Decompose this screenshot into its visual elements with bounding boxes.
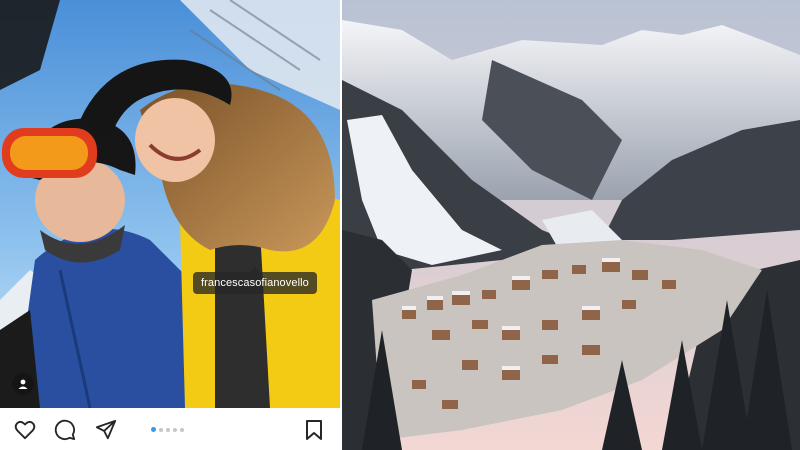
carousel-dot	[159, 427, 163, 432]
selfie-image	[0, 0, 340, 408]
carousel-indicator	[151, 427, 184, 432]
tagged-people-icon[interactable]	[12, 373, 34, 395]
bookmark-icon[interactable]	[302, 418, 326, 442]
carousel-dot	[180, 427, 184, 432]
carousel-dot	[166, 427, 170, 432]
carousel-dot	[173, 427, 177, 432]
comment-icon[interactable]	[53, 418, 77, 442]
village-photo	[342, 0, 800, 450]
user-tag[interactable]: francescasofianovello	[193, 267, 317, 294]
send-icon[interactable]	[94, 418, 118, 442]
snowy-valley-image	[342, 0, 800, 450]
post-photo[interactable]: francescasofianovello	[0, 0, 340, 408]
heart-icon[interactable]	[13, 418, 37, 442]
instagram-post: francescasofianovello	[0, 0, 340, 450]
carousel-dot	[151, 427, 156, 432]
